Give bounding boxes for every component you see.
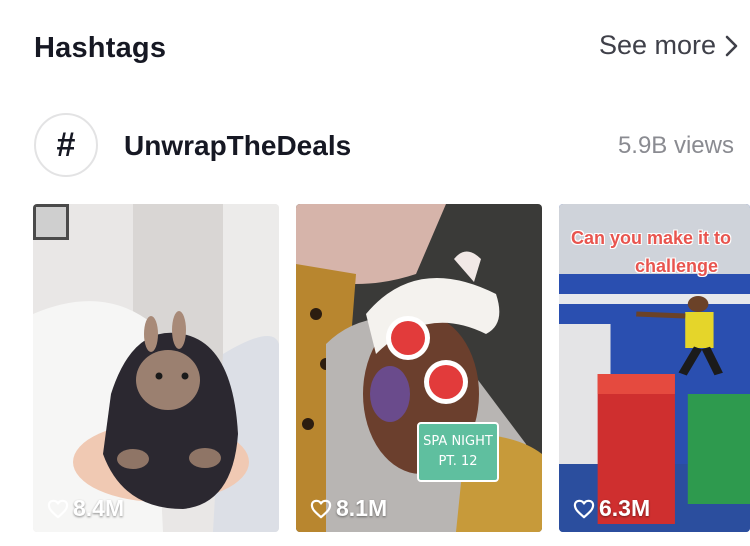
bunny-thumbnail-image [33, 204, 279, 532]
video-card-bunny[interactable]: 8.4M [33, 204, 279, 532]
video-card-spa-night[interactable]: SPA NIGHT PT. 12 8.1M [296, 204, 542, 532]
hashtag-row[interactable]: # UnwrapTheDeals 5.9B views [34, 113, 734, 179]
caption-line-2: challenge [635, 256, 719, 276]
video-likes: 6.3M [573, 495, 650, 522]
video-thumbnails-row: 8.4M SPA NIGHT PT. 12 8.1M Can you make … [33, 204, 750, 532]
chevron-right-icon [725, 35, 738, 56]
gym-challenge-thumbnail-image [559, 204, 750, 532]
video-likes: 8.4M [47, 495, 124, 522]
sticker-line-2: PT. 12 [438, 454, 478, 469]
spa-night-thumbnail-image [296, 204, 542, 532]
see-more-label: See more [598, 30, 716, 60]
likes-count: 6.3M [599, 495, 651, 521]
likes-count: 8.1M [336, 495, 388, 521]
hashtag-symbol: # [56, 126, 76, 164]
video-likes: 8.1M [310, 495, 387, 522]
likes-count: 8.4M [73, 495, 125, 521]
hashtags-header: Hashtags See more [34, 28, 738, 72]
heart-outline-icon [310, 499, 332, 518]
sticker-line-1: SPA NIGHT [423, 434, 493, 449]
hashtag-views: 5.9B views [617, 132, 734, 159]
caption-line-1: Can you make it to [571, 228, 732, 248]
section-title: Hashtags [34, 32, 167, 64]
heart-outline-icon [47, 499, 69, 518]
spa-night-sticker: SPA NIGHT PT. 12 [417, 422, 499, 482]
hashtag-name: UnwrapTheDeals [124, 130, 352, 161]
video-card-gym-challenge[interactable]: Can you make it to challenge 6.3M [559, 204, 750, 532]
see-more-button[interactable]: See more [599, 30, 738, 61]
heart-outline-icon [573, 499, 595, 518]
hashtag-icon: # [34, 113, 98, 177]
